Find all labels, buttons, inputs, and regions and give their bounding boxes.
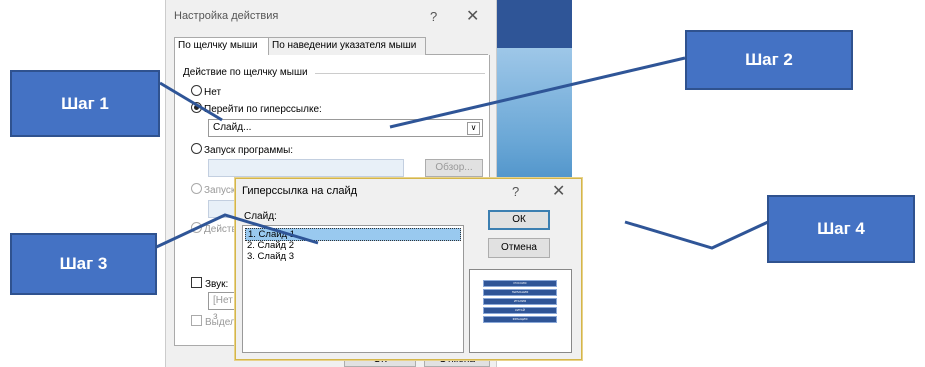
step-3-label: Шаг 3: [10, 233, 157, 295]
step-2-label: Шаг 2: [685, 30, 853, 90]
step-1-pointer: [159, 81, 223, 122]
step-4-label: Шаг 4: [767, 195, 915, 263]
step-2-pointer: [389, 56, 686, 129]
step-4-pointer: [624, 220, 769, 250]
step-1-label: Шаг 1: [10, 70, 160, 137]
step-3-pointer: [149, 213, 319, 252]
